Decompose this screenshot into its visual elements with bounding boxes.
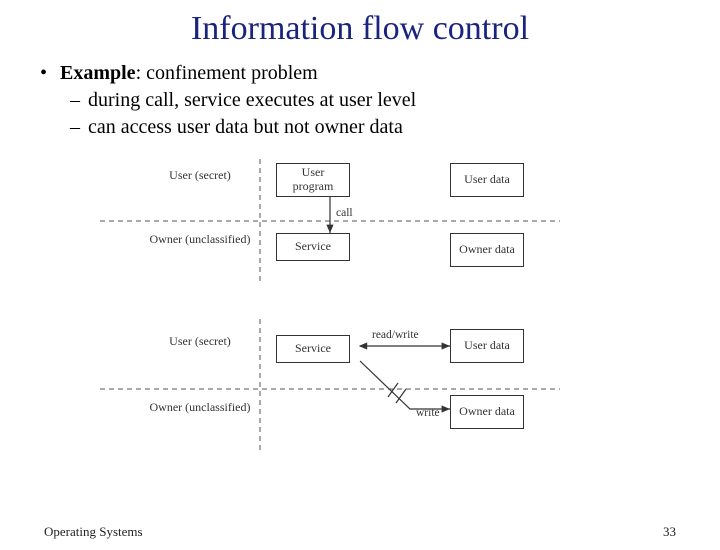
bot-readwrite-label: read/write xyxy=(372,329,419,341)
top-call-label: call xyxy=(336,207,353,219)
top-user-program-box: User program xyxy=(276,163,350,197)
diagram-lines xyxy=(0,151,720,471)
top-user-label: User (secret) xyxy=(160,169,240,183)
bullet-level1: Example: confinement problem xyxy=(40,60,690,87)
slide-title: Information flow control xyxy=(0,10,720,48)
bullet-list: Example: confinement problem during call… xyxy=(40,60,690,141)
top-owner-label: Owner (unclassified) xyxy=(148,233,252,247)
bot-write-label: write xyxy=(416,407,440,419)
top-user-data-box: User data xyxy=(450,163,524,197)
footer-left: Operating Systems xyxy=(44,524,143,540)
diagram: User (secret) User program User data cal… xyxy=(0,151,720,471)
bullet-level2a: during call, service executes at user le… xyxy=(40,87,690,114)
bot-owner-data-box: Owner data xyxy=(450,395,524,429)
bot-owner-label: Owner (unclassified) xyxy=(148,401,252,415)
bot-user-label: User (secret) xyxy=(160,335,240,349)
bot-user-data-box: User data xyxy=(450,329,524,363)
top-owner-data-box: Owner data xyxy=(450,233,524,267)
top-service-box: Service xyxy=(276,233,350,261)
slide-number: 33 xyxy=(663,524,676,540)
bullet-rest: : confinement problem xyxy=(136,62,318,84)
bullet-lead: Example xyxy=(60,62,136,84)
bot-service-box: Service xyxy=(276,335,350,363)
bullet-level2b: can access user data but not owner data xyxy=(40,114,690,141)
